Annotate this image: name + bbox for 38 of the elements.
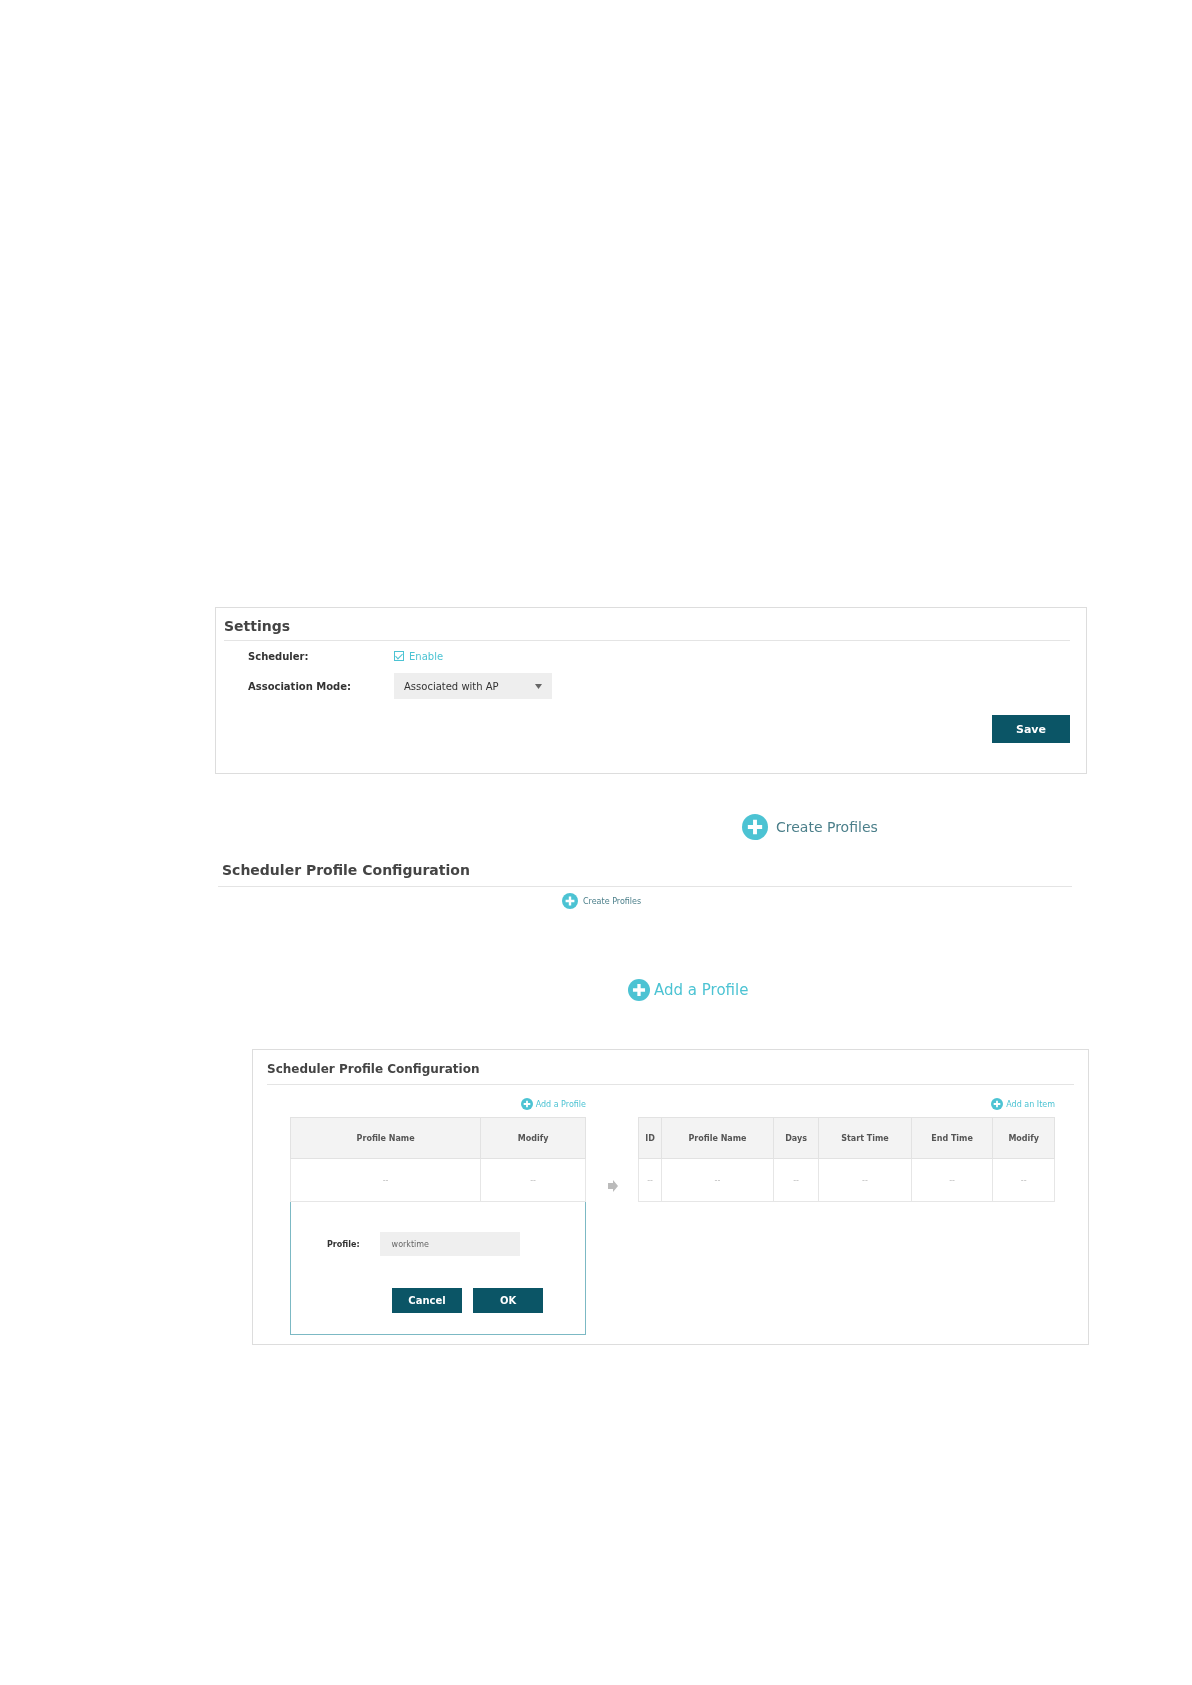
field-label: Profile: [327,1239,360,1249]
add-icon [628,979,650,1001]
column-header: Profile Name [661,1117,774,1159]
table-cell: -- [818,1158,912,1202]
checkbox[interactable] [394,651,404,661]
dropdown[interactable]: Associated with AP [394,673,552,699]
dialog-button[interactable]: Cancel [392,1288,462,1313]
save-button[interactable]: Save [992,715,1070,743]
create-profiles-link[interactable]: Create Profiles [776,819,878,835]
add-icon [562,893,578,909]
arrow-icon [608,1180,618,1192]
add-icon [520,1098,533,1110]
column-header: Start Time [818,1117,912,1159]
table-cell: -- [661,1158,774,1202]
table-cell: -- [911,1158,993,1202]
column-header: End Time [911,1117,993,1159]
checkbox-label: Enable [409,650,444,662]
column-header: Profile Name [290,1117,481,1159]
panel-title: Settings [224,618,1070,641]
input-field[interactable]: worktime [379,1232,520,1256]
table-cell: -- [480,1158,586,1202]
table-cell: -- [773,1158,819,1202]
add-icon [991,1098,1004,1110]
column-header: Days [773,1117,819,1159]
column-header: ID [638,1117,662,1159]
caret-icon [535,683,542,689]
column-header: Modify [992,1117,1055,1159]
field-label: Scheduler: [248,650,310,662]
create-profiles-link[interactable]: Create Profiles [583,896,642,906]
dialog-button[interactable]: OK [473,1288,543,1313]
field-label: Association Mode: [248,680,353,692]
add-icon [742,814,768,840]
table-cell: -- [638,1158,662,1202]
section-title: Scheduler Profile Configuration [218,858,1072,887]
table-cell: -- [290,1158,481,1202]
table-cell: -- [992,1158,1055,1202]
panel-title: Scheduler Profile Configuration [267,1062,1074,1085]
column-header: Modify [480,1117,586,1159]
